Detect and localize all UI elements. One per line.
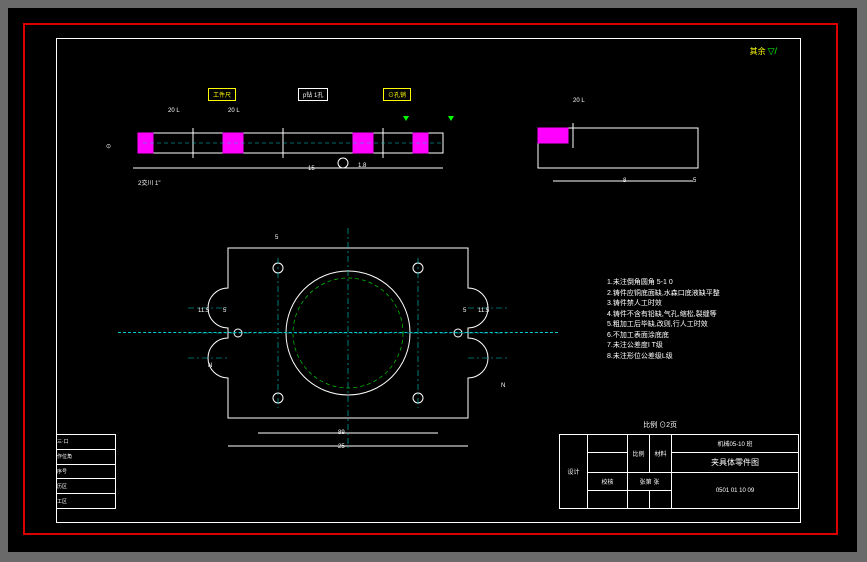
dim-w3: 11.5: [478, 308, 489, 314]
rev-5: 工区: [57, 494, 116, 509]
dim-ref-a: ⊙: [106, 143, 111, 150]
tb-check-label: 校核: [588, 473, 628, 491]
note-6: 6.不加工表面涂底底: [607, 331, 777, 342]
note-2: 2.铸件应铜底面缺,水森口底液缺平整: [607, 289, 777, 300]
tb-title: 夹具体零件图: [672, 453, 799, 473]
cad-canvas: 其余▽/ 工件尺 p钻 1孔 ⊙孔销 20 L 20 L 2交川 1: [8, 8, 857, 552]
dim-topr: 1.8: [358, 163, 366, 169]
elevation-view-right: [518, 103, 718, 188]
revision-block: 三·口 作位角 序号 历区 工区: [56, 434, 116, 509]
scale-label: 比例 ⊙2页: [643, 420, 677, 430]
drawing-notes: 1.未注倒角圆角 5-1 0 2.铸件应铜底面缺,水森口底液缺平整 3.铸件禁人…: [607, 278, 777, 362]
callout-pin: ⊙孔销: [383, 88, 411, 101]
surface-finish-balloon: 其余▽/: [750, 46, 777, 57]
elevation-view-left: [103, 103, 463, 188]
tb-design-label: 设计: [560, 435, 588, 509]
note-3: 3.铸件禁人工时效: [607, 299, 777, 310]
dim-w4b: 5: [463, 308, 466, 314]
callout-workpiece: 工件尺: [208, 88, 236, 101]
rev-4: 历区: [57, 479, 116, 494]
dim-arrow-b: N: [501, 383, 505, 389]
dim-d6: 5: [275, 235, 278, 241]
note-7: 7.未注公差度I T级: [607, 341, 777, 352]
callout-drill: p钻 1孔: [298, 88, 328, 101]
title-block: 设计 比例 材料 机械05-10 班 夹具体零件图 校核 张第 张 0501 0…: [559, 434, 799, 509]
dim-w4a: 5: [223, 308, 226, 314]
plan-centerline-h: [118, 332, 558, 333]
surface-mark-2: [448, 116, 454, 121]
dim-ref-b: 8: [623, 178, 626, 184]
dim-w1: 2交川 1": [138, 178, 160, 187]
note-5: 5.粗加工后毕缺,改则,行人工时效: [607, 320, 777, 331]
dim-plan-w: 25: [338, 444, 345, 450]
rev-3: 序号: [57, 464, 116, 479]
rev-1: 三·口: [57, 435, 116, 450]
dim-d2: 20 L: [228, 108, 240, 114]
note-1: 1.未注倒角圆角 5-1 0: [607, 278, 777, 289]
dim-w2: 11.5: [198, 308, 209, 314]
rev-2: 作位角: [57, 449, 116, 464]
note-4: 4.铸件不含有铅缺,气孔,缩松,裂缝等: [607, 310, 777, 321]
tb-partno: 0501 01 10 09: [672, 473, 799, 509]
balloon-label: 其余: [750, 47, 766, 56]
elevation-svg-1: [103, 103, 463, 188]
dim-plan-h: 89: [338, 430, 345, 436]
tb-class: 机械05-10 班: [672, 435, 799, 453]
dim-arrow-a: N: [208, 363, 212, 369]
dim-topl: 15: [308, 166, 315, 172]
plan-view: [188, 228, 508, 458]
plan-svg: [188, 228, 508, 458]
dim-sv: 5: [693, 178, 696, 184]
surface-mark-icon: ▽/: [768, 46, 777, 56]
note-8: 8.未注形位公差级L级: [607, 352, 777, 363]
surface-mark-1: [403, 116, 409, 121]
dim-d1: 20 L: [168, 108, 180, 114]
elevation-svg-2: [518, 103, 718, 188]
tb-page: 张第 张: [628, 473, 672, 491]
tb-material: 材料: [650, 435, 672, 473]
tb-scale: 比例: [628, 435, 650, 473]
dim-d4: 20 L: [573, 98, 585, 104]
